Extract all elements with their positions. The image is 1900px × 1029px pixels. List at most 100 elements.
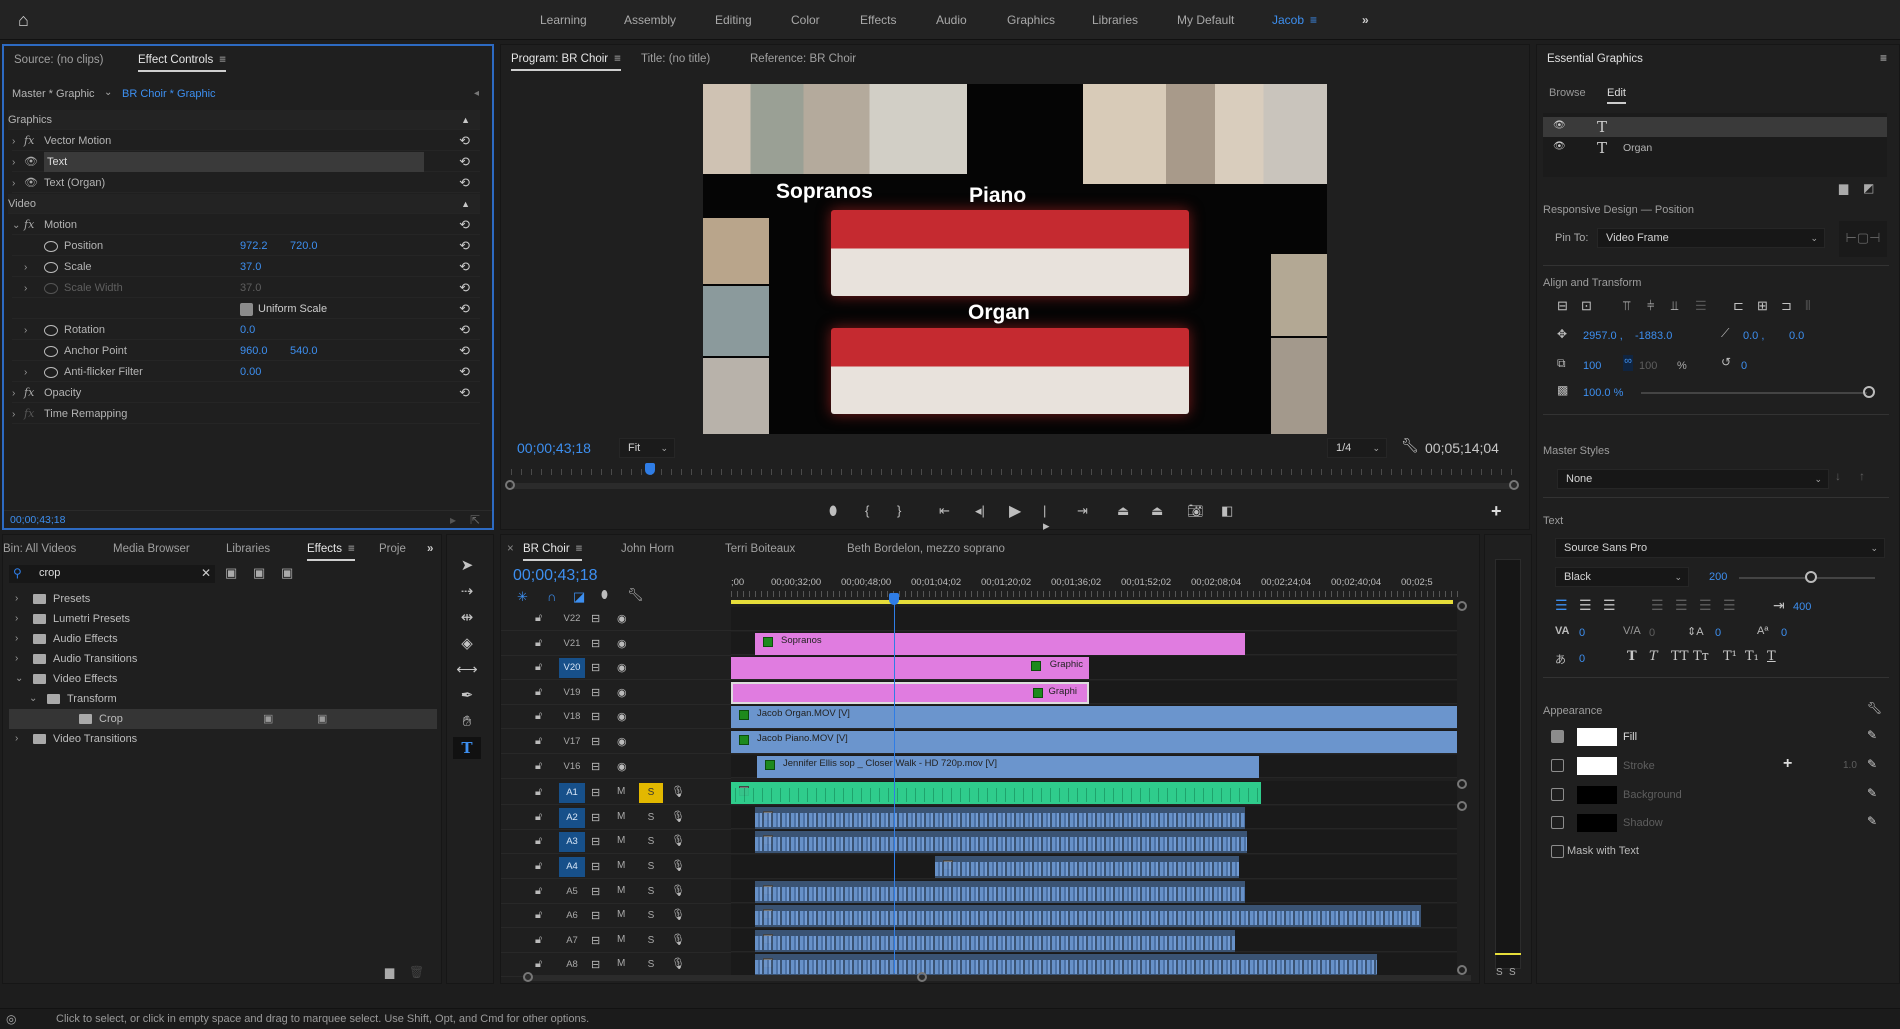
wrench-icon[interactable]: 🔧︎ [1401, 437, 1419, 454]
extract-icon[interactable]: ⏏ [1151, 503, 1163, 519]
reset-icon[interactable]: ⟲ [459, 215, 470, 235]
track-target-toggle[interactable]: V18 [559, 707, 585, 727]
sync-lock-icon[interactable]: ⊟ [591, 612, 600, 625]
solo-button[interactable]: S [639, 857, 663, 877]
effect-vector-motion[interactable]: › fx Vector Motion ⟲ [12, 131, 480, 151]
kerning-field[interactable]: 0 [1579, 627, 1585, 639]
mute-button[interactable]: M [617, 909, 625, 920]
button-editor-plus-icon[interactable]: + [1491, 501, 1502, 522]
sync-lock-icon[interactable]: ⊟ [591, 661, 600, 674]
underline-icon[interactable]: T [1767, 649, 1776, 664]
eye-icon[interactable]: ◉ [617, 637, 627, 650]
clip-audio-a6[interactable] [755, 905, 1421, 928]
new-bin-icon[interactable]: ▆ [385, 965, 394, 979]
align-top-icon[interactable]: ⫪ [1623, 298, 1630, 314]
mute-button[interactable]: M [617, 934, 625, 945]
solo-button[interactable]: S [639, 931, 663, 951]
effects-tree-item[interactable]: ⌄ Transform [9, 689, 437, 709]
baseline-shift-field[interactable]: 0 [1781, 627, 1787, 639]
add-marker-icon[interactable]: ⬮ [829, 503, 837, 519]
32-bit-effects-icon[interactable]: ▣ [253, 565, 265, 581]
effect-motion[interactable]: ⌄ fx Motion ⟲ [12, 215, 480, 235]
eye-icon[interactable]: ◉ [617, 661, 627, 674]
lock-icon[interactable]: 🔓︎ [535, 612, 542, 625]
microphone-icon[interactable]: 🎙︎ [671, 933, 685, 946]
new-group-folder-icon[interactable]: ▆ [1839, 181, 1848, 195]
clip-sopranos[interactable]: Sopranos [755, 632, 1245, 655]
lock-icon[interactable]: 🔓︎ [535, 860, 542, 873]
sync-lock-icon[interactable]: ⊟ [591, 686, 600, 699]
program-playhead[interactable] [644, 463, 655, 475]
anchor-y-field[interactable]: 0.0 [1789, 330, 1804, 342]
track-target-toggle[interactable]: V22 [559, 609, 585, 629]
chevron-right-icon[interactable]: › [12, 174, 24, 194]
lock-icon[interactable]: 🔓︎ [535, 735, 542, 748]
stroke-color-swatch[interactable] [1577, 757, 1617, 775]
program-timecode[interactable]: 00;00;43;18 [517, 440, 591, 456]
effects-tree-item[interactable]: › Audio Transitions [9, 649, 437, 669]
effects-tree-item[interactable]: Crop ▣ ▣ [9, 709, 437, 729]
uniform-scale-checkbox[interactable] [240, 303, 253, 316]
nest-toggle-icon[interactable]: ✳ [517, 589, 528, 605]
align-left-icon[interactable]: ⊏ [1733, 298, 1744, 314]
step-forward-icon[interactable]: |▸ [1043, 503, 1050, 534]
chevron-right-icon[interactable]: › [12, 153, 24, 173]
shadow-checkbox[interactable] [1551, 816, 1564, 829]
tab-sequence-br-choir[interactable]: BR Choir ≡ [523, 543, 583, 561]
track-target-toggle[interactable]: A2 [559, 807, 585, 828]
chevron-down-icon[interactable]: ⌄ [29, 689, 37, 709]
eyedropper-icon[interactable]: ✎ [1867, 786, 1877, 800]
collapse-up-icon[interactable]: ▲ [461, 110, 470, 130]
effect-opacity[interactable]: › fx Opacity ⟲ [12, 383, 480, 403]
lock-icon[interactable]: 🔓︎ [535, 958, 542, 971]
timeline-horizontal-scrollbar[interactable] [523, 975, 1471, 981]
track-target-toggle[interactable]: A7 [559, 931, 585, 951]
fx-icon[interactable]: fx [24, 131, 44, 151]
comparison-view-icon[interactable]: ◧ [1221, 503, 1233, 519]
opacity-slider-handle[interactable] [1863, 386, 1875, 398]
mute-button[interactable]: M [617, 786, 625, 797]
tab-bin-all-videos[interactable]: Bin: All Videos [3, 543, 76, 555]
mute-button[interactable]: M [617, 958, 625, 969]
razor-tool-icon[interactable]: ◈ [453, 633, 481, 655]
reset-icon[interactable]: ⟲ [459, 341, 470, 361]
effects-tree-item[interactable]: ⌄ Video Effects [9, 669, 437, 689]
zoom-handle-left[interactable] [505, 480, 515, 490]
export-icon[interactable]: ⇱ [470, 513, 480, 527]
tab-sequence-john-horn[interactable]: John Horn [621, 543, 674, 555]
reset-icon[interactable]: ⟲ [459, 278, 470, 298]
hand-tool-icon[interactable]: ✋︎ [453, 711, 481, 733]
center-text-icon[interactable]: ☰ [1579, 597, 1592, 614]
subscript-icon[interactable]: T₁ [1745, 649, 1759, 664]
add-stroke-icon[interactable]: + [1783, 755, 1792, 773]
resolution-dropdown[interactable]: 1/4 ⌄ [1327, 438, 1387, 458]
all-caps-icon[interactable]: TT [1671, 649, 1689, 664]
effect-text[interactable]: › 👁 Text ⟲ [12, 152, 480, 172]
chevron-down-icon[interactable]: ⌄ [15, 669, 23, 689]
lock-icon[interactable]: 🔓︎ [535, 760, 542, 773]
align-horizontal-center-frame-icon[interactable]: ⊡ [1581, 298, 1592, 314]
rotation-field[interactable]: 0 [1741, 360, 1747, 372]
scroll-handle-right[interactable] [917, 972, 927, 982]
solo-right-button[interactable]: S [1509, 967, 1516, 978]
lift-icon[interactable]: ⏏ [1117, 503, 1129, 519]
panel-menu-icon[interactable]: ≡ [614, 53, 621, 65]
mark-out-icon[interactable]: } [897, 503, 901, 518]
home-icon[interactable]: ⌂ [18, 10, 38, 30]
shadow-color-swatch[interactable] [1577, 814, 1617, 832]
position-y-field[interactable]: -1883.0 [1635, 330, 1672, 342]
workspace-jacob[interactable]: Jacob [1272, 13, 1304, 27]
background-checkbox[interactable] [1551, 788, 1564, 801]
accelerated-effects-icon[interactable]: ▣ [225, 565, 237, 581]
track-target-toggle[interactable]: A4 [559, 857, 585, 877]
workspace-color[interactable]: Color [791, 13, 820, 27]
export-frame-icon[interactable]: 📷︎ [1187, 503, 1204, 519]
sync-lock-icon[interactable]: ⊟ [591, 710, 600, 723]
chevron-right-icon[interactable]: › [15, 589, 18, 609]
pin-edges-widget[interactable]: ⊢▢⊣ [1839, 221, 1887, 257]
chevron-right-icon[interactable]: › [15, 629, 18, 649]
solo-button[interactable]: S [639, 955, 663, 975]
master-clip-label[interactable]: Master * Graphic [12, 88, 95, 100]
pin-to-dropdown[interactable]: Video Frame ⌄ [1597, 228, 1825, 248]
tab-sequence-terri-boiteaux[interactable]: Terri Boiteaux [725, 543, 795, 555]
